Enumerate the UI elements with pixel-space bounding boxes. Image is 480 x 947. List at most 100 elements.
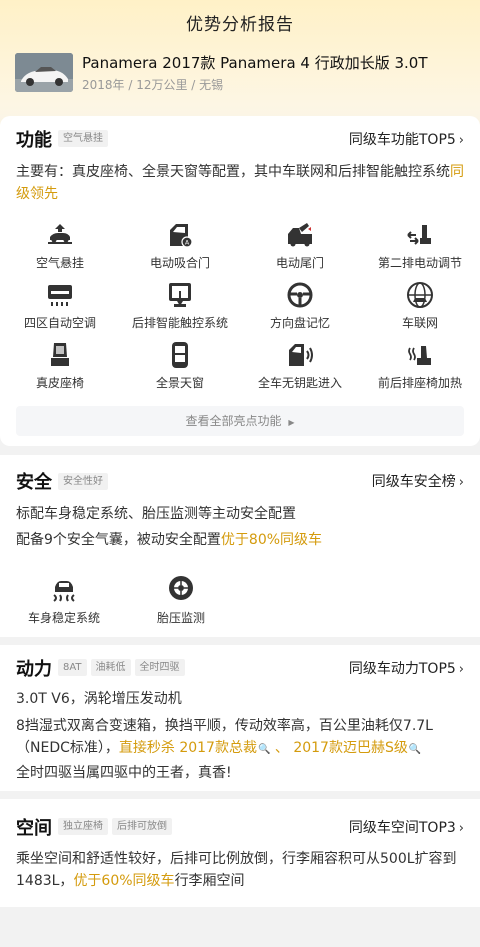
space-rank-link[interactable]: 同级车空间TOP3 › (349, 817, 464, 837)
feature-label: 车联网 (401, 316, 438, 330)
compare-link-2[interactable]: 2017款迈巴赫S级🔍 (293, 740, 421, 756)
space-desc-suffix: 行李厢空间 (174, 873, 245, 889)
feature-label: 空气悬挂 (35, 256, 84, 270)
safety-line-2: 配备9个安全气囊，被动安全配置优于80%同级车 (16, 529, 466, 551)
function-rank-label: 同级车功能TOP5 (348, 132, 456, 148)
feature-item[interactable]: 全景天窗 (120, 340, 240, 391)
space-tag: 后排可放倒 (112, 818, 172, 835)
power-rank-link[interactable]: 同级车动力TOP5 › (349, 658, 464, 678)
car-name: Panamera 2017款 Panamera 4 行政加长版 3.0T (82, 54, 428, 72)
four-zone-ac-icon (48, 285, 72, 306)
safety-line-2-text: 配备9个安全气囊，被动安全配置 (16, 532, 221, 548)
space-desc-highlight: 优于60%同级车 (73, 873, 175, 889)
feature-label: 后排智能触控系统 (131, 316, 228, 330)
space-description: 乘坐空间和舒适性较好，后排可比例放倒，行李厢容积可从500L扩容到1483L，优… (16, 848, 466, 892)
feature-label: 第二排电动调节 (377, 256, 462, 270)
soft-close-door-icon: A (170, 224, 193, 248)
feature-label: 全车无钥匙进入 (257, 376, 342, 390)
feature-label: 方向盘记忆 (269, 316, 330, 330)
function-tag: 空气悬挂 (58, 130, 108, 147)
safety-rank-label: 同级车安全榜 (371, 474, 456, 490)
feature-item[interactable]: A 电动吸合门 (120, 220, 240, 271)
feature-label: 电动尾门 (275, 256, 324, 270)
connected-car-icon (407, 282, 433, 308)
power-title: 动力 (16, 659, 52, 680)
space-tag: 独立座椅 (58, 818, 108, 835)
safety-feature-item[interactable]: 车身稳定系统 (14, 573, 114, 626)
car-photo-icon (15, 53, 73, 92)
chevron-right-icon: › (458, 133, 464, 148)
air-suspension-icon (48, 224, 72, 244)
leather-seat-icon (51, 343, 69, 366)
function-tags: 空气悬挂 (58, 130, 108, 147)
rear-touch-control-icon (169, 283, 191, 307)
safety-title: 安全 (16, 472, 52, 493)
view-all-label: 查看全部亮点功能 (185, 414, 282, 428)
power-tags: 8AT 油耗低 全时四驱 (58, 659, 185, 676)
power-tag: 全时四驱 (134, 659, 185, 676)
feature-item[interactable]: 第二排电动调节 (360, 220, 480, 271)
feature-item[interactable]: 四区自动空调 (0, 280, 120, 331)
panoramic-sunroof-icon (172, 342, 188, 368)
function-rank-link[interactable]: 同级车功能TOP5 › (349, 129, 464, 149)
space-rank-label: 同级车空间TOP3 (348, 820, 456, 836)
compare-link-1-label: 直接秒杀 2017款总裁 (118, 740, 257, 756)
steering-wheel-memory-icon (287, 282, 313, 308)
tire-pressure-icon (169, 576, 193, 600)
safety-line-2-highlight: 优于80%同级车 (220, 532, 323, 548)
stability-control-icon (53, 581, 75, 602)
power-tailgate-icon (288, 223, 312, 247)
power-tag: 8AT (58, 659, 87, 676)
feature-label: 四区自动空调 (23, 316, 96, 330)
compare-link-1[interactable]: 直接秒杀 2017款总裁🔍 (119, 740, 271, 756)
keyless-entry-icon (289, 344, 313, 366)
feature-item[interactable]: 方向盘记忆 (240, 280, 360, 331)
safety-rank-link[interactable]: 同级车安全榜 › (372, 471, 464, 491)
search-icon: 🔍 (257, 744, 271, 755)
compare-link-2-label: 2017款迈巴赫S级 (293, 740, 408, 756)
feature-item[interactable]: 真皮座椅 (0, 340, 120, 391)
seat-heating-icon (408, 346, 431, 365)
function-description: 主要有：真皮座椅、全景天窗等配置，其中车联网和后排智能触控系统同级领先 (16, 161, 466, 205)
safety-line-1: 标配车身稳定系统、胎压监测等主动安全配置 (16, 506, 296, 522)
feature-item[interactable]: 电动尾门 (240, 220, 360, 271)
safety-card: 安全 安全性好 同级车安全榜 › 标配车身稳定系统、胎压监测等主动安全配置 配备9… (0, 455, 480, 637)
page-title: 优势分析报告 (186, 15, 294, 35)
feature-label: 前后排座椅加热 (377, 376, 462, 390)
safety-feature-label: 胎压监测 (156, 611, 205, 625)
chevron-right-icon: › (458, 475, 464, 490)
search-icon: 🔍 (408, 744, 422, 755)
feature-item[interactable]: 空气悬挂 (0, 220, 120, 271)
feature-item[interactable]: 前后排座椅加热 (360, 340, 480, 391)
function-desc-text: 主要有：真皮座椅、全景天窗等配置，其中车联网和后排智能触控系统 (16, 164, 450, 180)
safety-feature-item[interactable]: 胎压监测 (131, 573, 231, 626)
car-thumbnail[interactable] (15, 53, 73, 92)
function-card: 功能 空气悬挂 同级车功能TOP5 › 主要有：真皮座椅、全景天窗等配置，其中车联… (0, 116, 480, 446)
space-title: 空间 (16, 818, 52, 839)
power-card: 动力 8AT 油耗低 全时四驱 同级车动力TOP5 › 3.0T V6，涡轮增压发… (0, 645, 480, 791)
second-row-seat-adjust-icon (407, 225, 431, 245)
compare-separator: 、 (270, 740, 294, 756)
space-tags: 独立座椅 后排可放倒 (58, 818, 172, 835)
feature-item[interactable]: 全车无钥匙进入 (240, 340, 360, 391)
power-rank-label: 同级车动力TOP5 (348, 661, 456, 677)
view-all-features-button[interactable]: 查看全部亮点功能 ▶ (16, 406, 464, 436)
power-awd: 全时四驱当属四驱中的王者，真香! (16, 765, 232, 781)
feature-label: 真皮座椅 (35, 376, 84, 390)
feature-item[interactable]: 车联网 (360, 280, 480, 331)
safety-tag: 安全性好 (58, 473, 108, 490)
feature-label: 全景天窗 (155, 376, 204, 390)
power-tag: 油耗低 (90, 659, 131, 676)
function-title: 功能 (16, 130, 52, 151)
safety-feature-label: 车身稳定系统 (27, 611, 100, 625)
power-transmission: 8挡湿式双离合变速箱，换挡平顺，传动效率高，百公里油耗仅7.7L（NEDC标准）… (16, 715, 466, 761)
triangle-right-icon: ▶ (288, 418, 295, 427)
car-meta: 2018年 / 12万公里 / 无锡 (82, 78, 224, 92)
feature-item[interactable]: 后排智能触控系统 (120, 280, 240, 331)
chevron-right-icon: › (458, 821, 464, 836)
safety-tags: 安全性好 (58, 473, 108, 490)
chevron-right-icon: › (458, 662, 464, 677)
feature-label: 电动吸合门 (149, 256, 210, 270)
space-card: 空间 独立座椅 后排可放倒 同级车空间TOP3 › 乘坐空间和舒适性较好，后排可比… (0, 799, 480, 907)
power-engine: 3.0T V6，涡轮增压发动机 (16, 691, 182, 707)
